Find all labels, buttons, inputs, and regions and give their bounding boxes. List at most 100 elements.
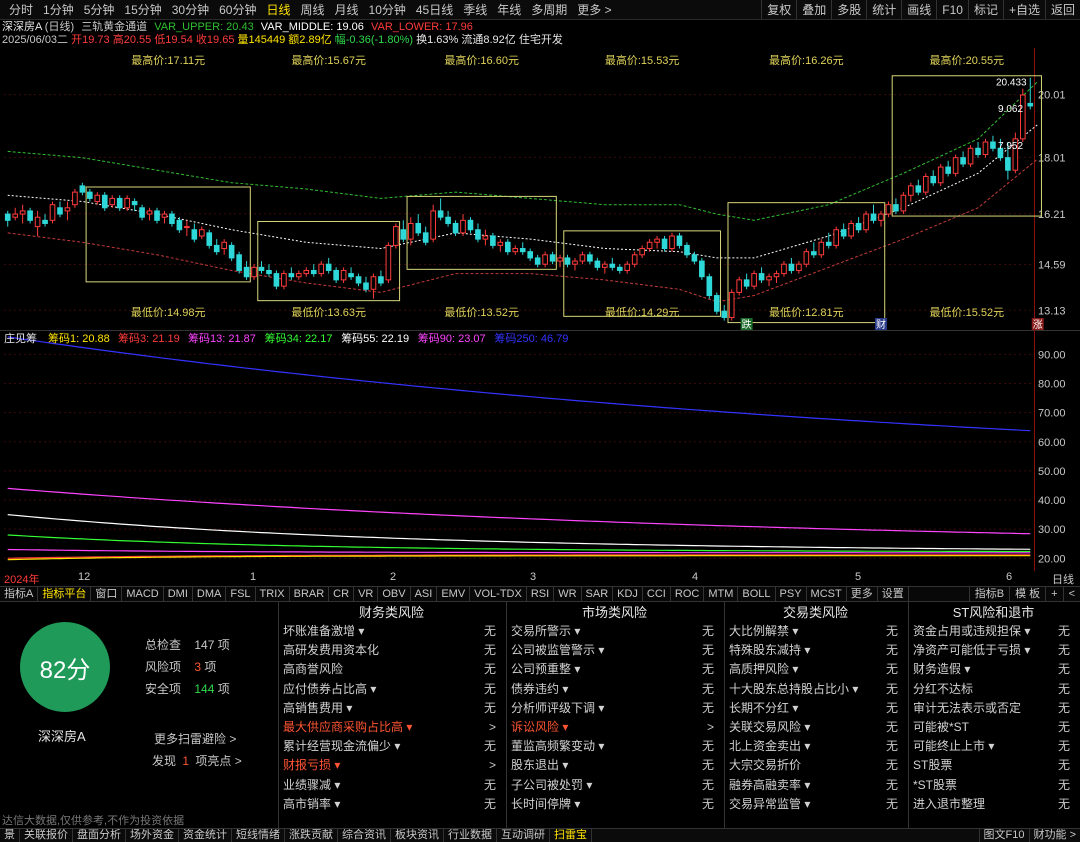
risk-item[interactable]: 高研发费用资本化 无 — [279, 641, 504, 660]
risk-item[interactable]: 董监高频繁变动 ▾ 无 — [507, 737, 722, 756]
risk-item[interactable]: 可能终止上市 ▾ 无 — [909, 737, 1078, 756]
indicator-tab[interactable]: WR — [554, 587, 582, 601]
risk-item[interactable]: 长时间停牌 ▾ 无 — [507, 795, 722, 814]
risk-item[interactable]: 子公司被处罚 ▾ 无 — [507, 776, 722, 795]
indicator-tab[interactable]: OBV — [378, 587, 411, 601]
indicator-tab[interactable]: RSI — [527, 587, 555, 601]
period-tab[interactable]: 更多 > — [572, 0, 616, 19]
risk-item[interactable]: 诉讼风险 ▾ > — [507, 718, 722, 737]
risk-item[interactable]: 交易所警示 ▾ 无 — [507, 622, 722, 641]
period-tab[interactable]: 月线 — [330, 0, 364, 19]
risk-item[interactable]: 最大供应商采购占比高 ▾ > — [279, 718, 504, 737]
risk-item[interactable]: 关联交易风险 ▾ 无 — [725, 718, 906, 737]
risk-item[interactable]: 十大股东总持股占比小 ▾ 无 — [725, 680, 906, 699]
indicator-tab[interactable]: KDJ — [613, 587, 643, 601]
tool-button[interactable]: +自选 — [1002, 0, 1045, 19]
tool-button[interactable]: 复权 — [761, 0, 796, 19]
bottom-tool-button[interactable]: 图文F10 — [978, 829, 1029, 842]
risk-item[interactable]: 北上资金卖出 ▾ 无 — [725, 737, 906, 756]
risk-item[interactable]: 融券高融卖率 ▾ 无 — [725, 776, 906, 795]
more-scan-link[interactable]: 更多扫雷避险 > — [154, 730, 236, 747]
indicator-tab[interactable]: PSY — [776, 587, 807, 601]
indicator-tab[interactable]: 窗口 — [91, 587, 123, 601]
indicator-tab[interactable]: VOL-TDX — [470, 587, 527, 601]
bottom-tab[interactable]: 互动调研 — [497, 829, 550, 842]
period-tab[interactable]: 日线 — [261, 0, 295, 19]
risk-item[interactable]: 坏账准备激增 ▾ 无 — [279, 622, 504, 641]
risk-item[interactable]: 进入退市整理 无 — [909, 795, 1078, 814]
indicator-tab[interactable]: 更多 — [847, 587, 878, 601]
risk-item[interactable]: 分红不达标 无 — [909, 680, 1078, 699]
period-tab[interactable]: 30分钟 — [167, 0, 214, 19]
indicator-tab[interactable]: DMA — [193, 587, 227, 601]
period-tab[interactable]: 季线 — [458, 0, 492, 19]
indicator-tool-button[interactable]: 指标B — [968, 587, 1009, 601]
period-tab[interactable]: 45日线 — [411, 0, 458, 19]
bottom-tab[interactable]: 资金统计 — [179, 829, 232, 842]
bottom-tab[interactable]: 短线情绪 — [232, 829, 285, 842]
indicator-tab[interactable]: MACD — [122, 587, 164, 601]
indicator-tab[interactable]: 指标平台 — [38, 587, 92, 601]
indicator-tab[interactable]: MTM — [704, 587, 739, 601]
risk-item[interactable]: 分析师评级下调 ▾ 无 — [507, 699, 722, 718]
risk-item[interactable]: 高质押风险 ▾ 无 — [725, 660, 906, 679]
bottom-tab[interactable]: 板块资讯 — [391, 829, 444, 842]
risk-item[interactable]: 资金占用或违规担保 ▾ 无 — [909, 622, 1078, 641]
tool-button[interactable]: 画线 — [901, 0, 936, 19]
bottom-tab[interactable]: 涨跌贡献 — [285, 829, 338, 842]
risk-item[interactable]: 审计无法表示或否定 无 — [909, 699, 1078, 718]
tool-button[interactable]: 统计 — [866, 0, 901, 19]
bottom-tab[interactable]: 盘面分析 — [73, 829, 126, 842]
quote-sector[interactable]: 住宅开发 — [519, 34, 563, 46]
indicator-tab[interactable]: DMI — [164, 587, 193, 601]
period-tab[interactable]: 多周期 — [526, 0, 572, 19]
tool-button[interactable]: F10 — [936, 0, 968, 19]
period-tab[interactable]: 1分钟 — [38, 0, 79, 19]
risk-item[interactable]: 大比例解禁 ▾ 无 — [725, 622, 906, 641]
period-tab[interactable]: 10分钟 — [364, 0, 411, 19]
period-tab[interactable]: 分时 — [4, 0, 38, 19]
risk-item[interactable]: 高商誉风险 无 — [279, 660, 504, 679]
indicator-tab[interactable]: 设置 — [878, 587, 909, 601]
tool-button[interactable]: 叠加 — [796, 0, 831, 19]
chip-distribution-chart[interactable]: 90.00 80.00 70.00 60.00 50.00 40.00 30.00 20.00… — [0, 330, 1080, 571]
indicator-tab[interactable]: BRAR — [290, 587, 330, 601]
indicator-tab[interactable]: FSL — [226, 587, 256, 601]
indicator-tab[interactable]: VR — [354, 587, 379, 601]
risk-item[interactable]: 债券违约 ▾ 无 — [507, 680, 722, 699]
bottom-tab[interactable]: 关联报价 — [20, 829, 73, 842]
risk-item[interactable]: 公司被监管警示 ▾ 无 — [507, 641, 722, 660]
indicator-tab[interactable]: ROC — [671, 587, 705, 601]
risk-item[interactable]: 高市销率 ▾ 无 — [279, 795, 504, 814]
risk-item[interactable]: 大宗交易折价 无 — [725, 756, 906, 775]
indicator-name[interactable]: 三轨黄金通道 — [81, 21, 147, 33]
risk-item[interactable]: 累计经营现金流偏少 ▾ 无 — [279, 737, 504, 756]
stock-title[interactable]: 深深房A — [2, 21, 42, 33]
risk-item[interactable]: 股东退出 ▾ 无 — [507, 756, 722, 775]
bottom-tab[interactable]: 综合资讯 — [338, 829, 391, 842]
risk-item[interactable]: 特殊股东减持 ▾ 无 — [725, 641, 906, 660]
indicator-tool-button[interactable]: + — [1045, 587, 1062, 601]
candlestick-chart[interactable]: 20.01 18.01 16.21 14.59 13.13 最高价:17.11元最低价:1… — [0, 48, 1080, 330]
tool-button[interactable]: 返回 — [1044, 0, 1080, 19]
risk-item[interactable]: 净资产可能低于亏损 ▾ 无 — [909, 641, 1078, 660]
period-tab[interactable]: 5分钟 — [79, 0, 120, 19]
indicator-tab[interactable]: ASI — [411, 587, 438, 601]
tool-button[interactable]: 标记 — [967, 0, 1003, 19]
bottom-tool-button[interactable]: 财功能 > — [1028, 829, 1080, 842]
risk-item[interactable]: 财务造假 ▾ 无 — [909, 660, 1078, 679]
bottom-tab[interactable]: 场外资金 — [126, 829, 179, 842]
period-tab[interactable]: 年线 — [492, 0, 526, 19]
bottom-tab[interactable]: 景 — [0, 829, 20, 842]
indicator-tab[interactable]: TRIX — [256, 587, 290, 601]
indicator-tab[interactable]: 指标A — [0, 587, 39, 601]
indicator-tab[interactable]: BOLL — [738, 587, 776, 601]
bottom-tab[interactable]: 行业数据 — [444, 829, 497, 842]
bottom-tab[interactable]: 扫雷宝 — [550, 829, 592, 842]
risk-item[interactable]: 业绩骤减 ▾ 无 — [279, 776, 504, 795]
highlight-link[interactable]: 发现 1 项亮点 > — [152, 752, 242, 769]
risk-item[interactable]: *ST股票 无 — [909, 776, 1078, 795]
risk-item[interactable]: 财报亏损 ▾ > — [279, 756, 504, 775]
indicator-tab[interactable]: EMV — [437, 587, 471, 601]
period-tab[interactable]: 15分钟 — [119, 0, 166, 19]
